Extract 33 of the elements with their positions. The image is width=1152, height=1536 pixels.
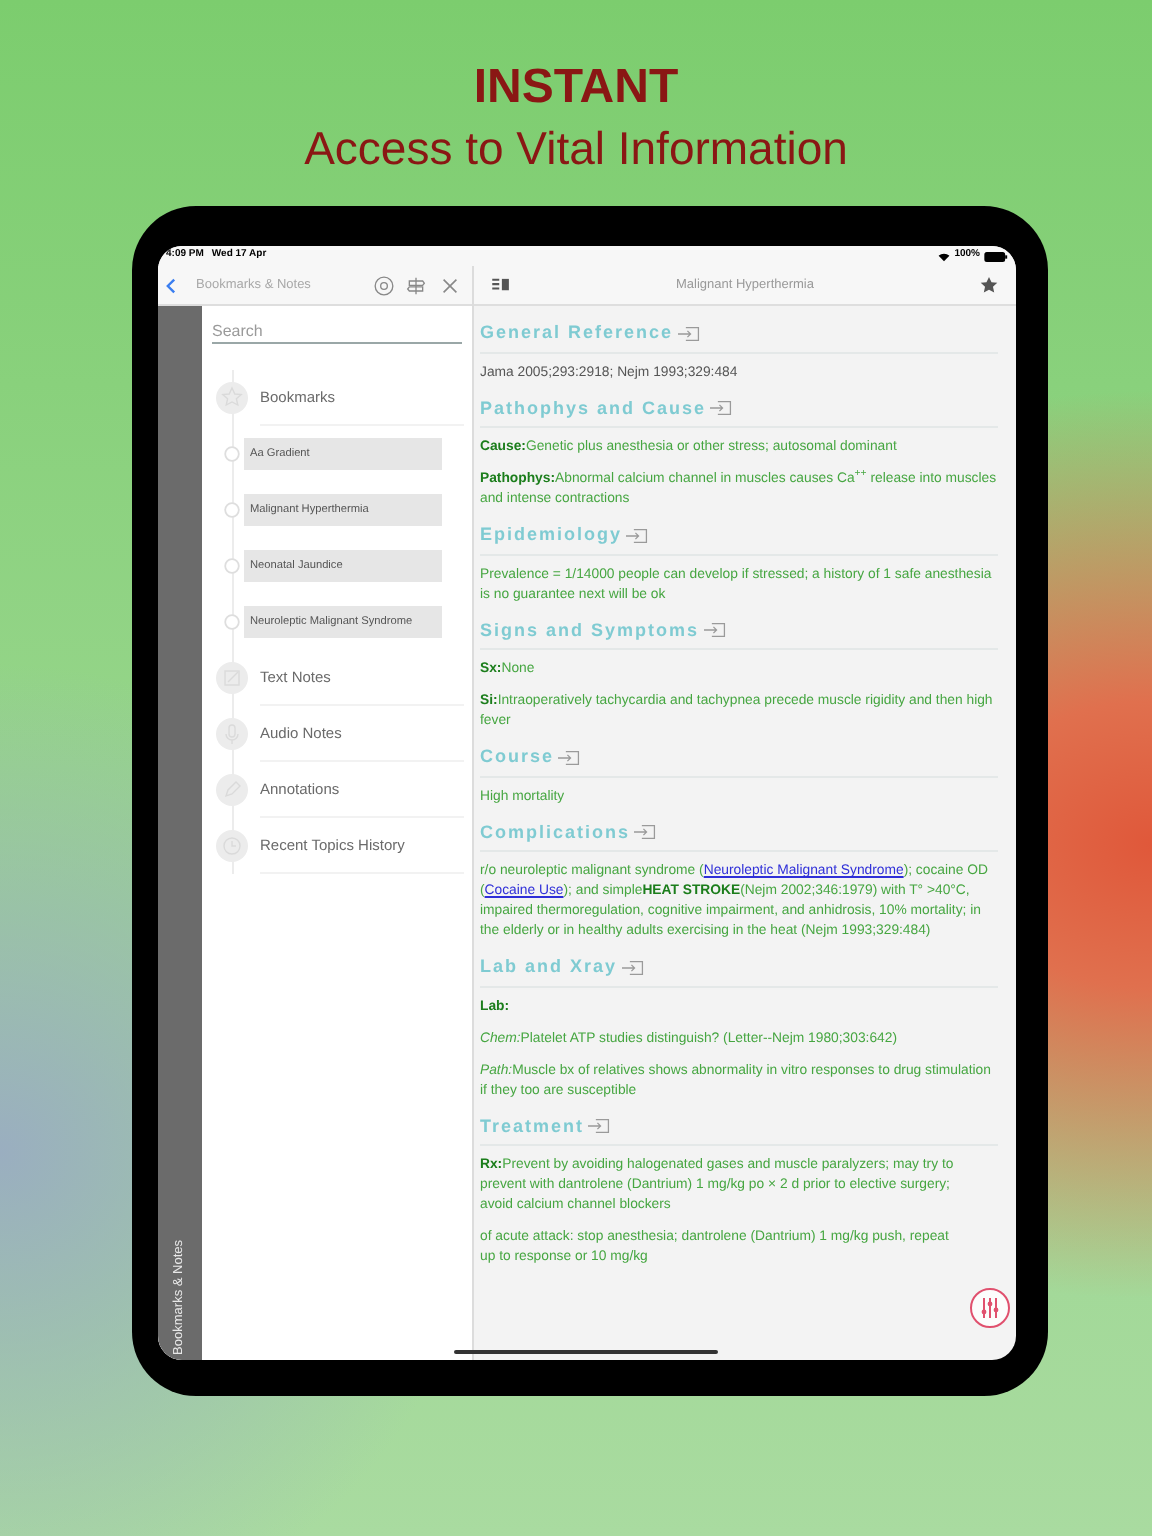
filter-button[interactable] bbox=[970, 1288, 1010, 1328]
section-heading: Pathophys and Cause bbox=[480, 395, 707, 422]
sidebar-toggle-icon[interactable] bbox=[492, 278, 510, 292]
node-icon bbox=[224, 614, 240, 630]
headline-title: INSTANT bbox=[473, 60, 679, 116]
jump-icon[interactable] bbox=[677, 325, 700, 342]
node-icon bbox=[224, 446, 240, 462]
jump-icon[interactable] bbox=[626, 527, 649, 544]
section-heading: Lab and Xray bbox=[480, 954, 618, 980]
search-field[interactable]: Search bbox=[212, 318, 462, 344]
section-heading: Course bbox=[480, 744, 555, 770]
section-heading: Complications bbox=[480, 819, 631, 846]
node-icon bbox=[224, 558, 240, 574]
jump-icon[interactable] bbox=[710, 400, 733, 417]
signpost-icon[interactable] bbox=[406, 275, 426, 295]
headline-subtitle: Access to Vital Information bbox=[304, 120, 848, 178]
jump-icon[interactable] bbox=[558, 749, 581, 766]
jump-icon[interactable] bbox=[703, 622, 726, 639]
section-heading: Epidemiology bbox=[480, 522, 623, 548]
sliders-icon bbox=[978, 1296, 1002, 1320]
star-icon[interactable] bbox=[980, 276, 998, 294]
section-heading: Treatment bbox=[480, 1113, 585, 1139]
close-icon[interactable] bbox=[442, 277, 458, 293]
battery-icon bbox=[984, 251, 1008, 261]
target-icon[interactable] bbox=[374, 275, 394, 295]
node-icon bbox=[224, 502, 240, 518]
wifi-icon bbox=[938, 251, 951, 261]
section-heading: Signs and Symptoms bbox=[480, 617, 700, 644]
jump-icon[interactable] bbox=[588, 1118, 611, 1135]
jump-icon[interactable] bbox=[634, 824, 657, 841]
jump-icon[interactable] bbox=[621, 959, 644, 976]
back-icon[interactable] bbox=[166, 277, 176, 293]
section-heading: General Reference bbox=[480, 320, 674, 346]
